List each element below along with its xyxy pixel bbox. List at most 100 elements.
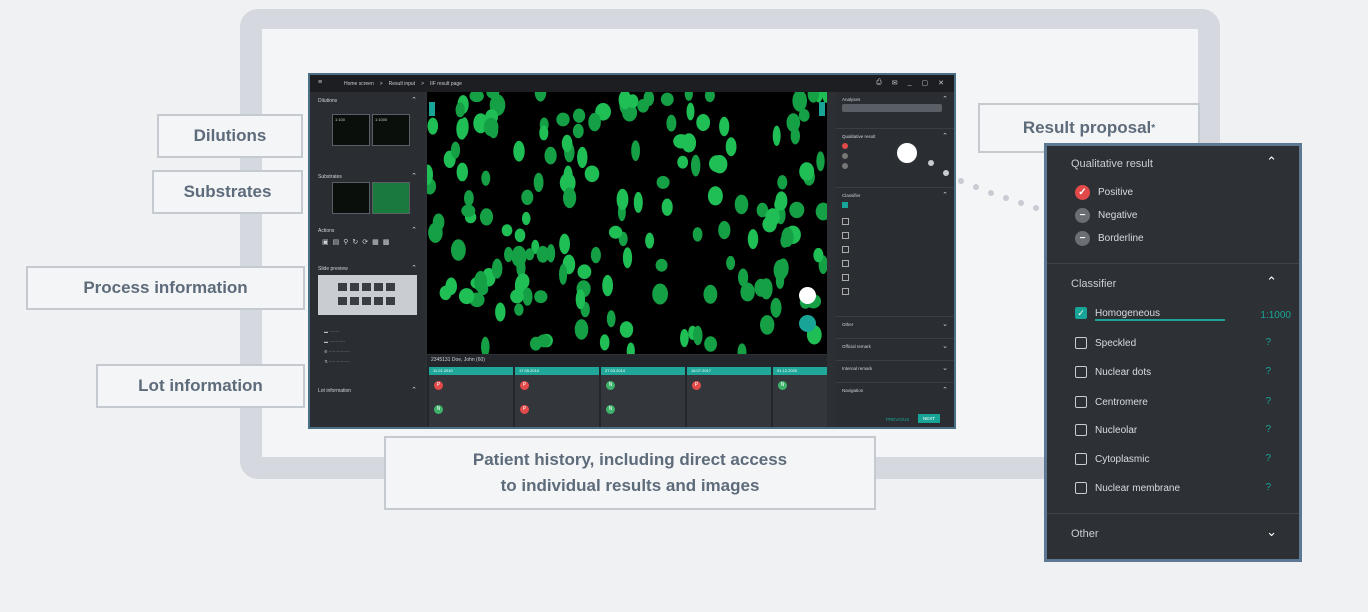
- cell-nucleus: [584, 165, 600, 183]
- titer-unknown: ?: [1265, 424, 1271, 435]
- official-remark-section[interactable]: Official remark ⌄: [836, 339, 954, 361]
- checkbox-icon[interactable]: [1075, 424, 1087, 436]
- chevron-up-icon[interactable]: ⌃: [1266, 274, 1277, 290]
- lock-icon[interactable]: [799, 315, 816, 332]
- patient-history-line2: to individual results and images: [500, 476, 760, 495]
- callout-lot-information: Lot information: [96, 364, 305, 408]
- other-title[interactable]: Other: [1071, 528, 1099, 540]
- breadcrumb-home[interactable]: Home screen: [344, 81, 374, 87]
- titer-value: 1:1000: [1260, 310, 1291, 321]
- navigation-section[interactable]: Navigation ⌃ PREVIOUS NEXT: [836, 383, 954, 427]
- breadcrumb-result-input[interactable]: Result input: [389, 81, 415, 87]
- chevron-up-icon[interactable]: ⌃: [942, 95, 948, 103]
- slide-preview-image[interactable]: [318, 275, 417, 315]
- cell-nucleus: [726, 255, 736, 271]
- action-icons[interactable]: ▣▤⚲↻⟳▦▩: [322, 238, 393, 246]
- classifier-nuclear-membrane[interactable]: Nuclear membrane: [1075, 482, 1180, 494]
- classifier-speckled[interactable]: Speckled: [1075, 337, 1136, 349]
- connector-dot: [928, 160, 934, 166]
- substrates-panel-title[interactable]: Substrates ⌃: [310, 168, 425, 180]
- option-positive[interactable]: ✓ Positive: [1075, 185, 1133, 200]
- lot-info-title[interactable]: Lot information ⌃: [310, 382, 425, 394]
- connector-dot: [958, 178, 964, 184]
- print-icon[interactable]: ⎙: [876, 79, 882, 87]
- minimize-icon[interactable]: _: [908, 79, 912, 87]
- qualitative-result-title: Qualitative result: [1071, 158, 1153, 170]
- substrate-thumb-2[interactable]: [372, 182, 410, 214]
- cell-nucleus: [660, 92, 674, 106]
- history-entry[interactable]: 01.12.2020 N: [773, 367, 827, 427]
- close-icon[interactable]: ✕: [938, 79, 944, 87]
- history-entry[interactable]: 27.03.2014 N N: [601, 367, 685, 427]
- internal-remark-section[interactable]: Internal remark ⌄: [836, 361, 954, 383]
- cell-nucleus: [633, 191, 643, 213]
- left-arrow-button[interactable]: [429, 102, 435, 116]
- previous-button[interactable]: PREVIOUS: [886, 417, 909, 422]
- mail-icon[interactable]: ✉: [892, 79, 898, 87]
- classifier-nucleolar[interactable]: Nucleolar: [1075, 424, 1137, 436]
- cell-nucleus: [696, 114, 711, 131]
- chevron-up-icon[interactable]: ⌃: [411, 226, 417, 234]
- chevron-down-icon[interactable]: ⌄: [942, 342, 948, 350]
- classifier-cytoplasmic[interactable]: Cytoplasmic: [1075, 453, 1149, 465]
- chevron-down-icon[interactable]: ⌄: [942, 320, 948, 328]
- checkbox-icon[interactable]: [1075, 482, 1087, 494]
- minus-icon: −: [1075, 231, 1090, 246]
- dilution-thumb-1[interactable]: 1:100: [332, 114, 370, 146]
- option-borderline[interactable]: − Borderline: [1075, 231, 1144, 246]
- checkbox-icon[interactable]: [1075, 396, 1087, 408]
- history-entry[interactable]: 11.01.2010 P N: [429, 367, 513, 427]
- zoomed-result-panel: Qualitative result ⌃ ✓ Positive − Negative…: [1044, 143, 1302, 562]
- classifier-nuclear-dots[interactable]: Nuclear dots: [1075, 366, 1151, 378]
- chevron-up-icon[interactable]: ⌃: [411, 172, 417, 180]
- highlight-marker: [894, 140, 920, 166]
- maximize-icon[interactable]: ▢: [922, 79, 929, 87]
- chevron-up-icon[interactable]: ⌃: [411, 386, 417, 394]
- checkbox-icon[interactable]: [1075, 337, 1087, 349]
- chevron-up-icon[interactable]: ⌃: [411, 264, 417, 272]
- connector-dot: [943, 170, 949, 176]
- cell-nucleus: [719, 116, 730, 137]
- checkbox-icon[interactable]: [1075, 453, 1087, 465]
- dilutions-panel-title[interactable]: Dilutions ⌃: [310, 92, 425, 104]
- menu-icon[interactable]: ≡: [318, 79, 322, 86]
- chevron-up-icon[interactable]: ⌃: [942, 386, 948, 394]
- next-button[interactable]: NEXT: [918, 414, 941, 423]
- option-negative[interactable]: − Negative: [1075, 208, 1137, 223]
- dilution-thumb-2[interactable]: 1:1000: [372, 114, 410, 146]
- cell-nucleus: [559, 264, 568, 285]
- titer-unknown: ?: [1265, 366, 1271, 377]
- chevron-down-icon[interactable]: ⌄: [1266, 524, 1277, 540]
- checkbox-icon[interactable]: [1075, 366, 1087, 378]
- slide-preview-title[interactable]: Slide preview ⌃: [310, 260, 425, 272]
- substrate-thumb-1[interactable]: [332, 182, 370, 214]
- analyses-section[interactable]: Analyses ⌃: [836, 92, 954, 129]
- calendar-icon[interactable]: [799, 287, 816, 304]
- connector-dot: [1018, 200, 1024, 206]
- cell-nucleus: [606, 310, 616, 328]
- checkbox-checked-icon[interactable]: ✓: [1075, 307, 1087, 319]
- chevron-up-icon[interactable]: ⌃: [1266, 154, 1277, 170]
- cell-nucleus: [530, 336, 542, 351]
- classifier-centromere[interactable]: Centromere: [1075, 396, 1148, 408]
- history-entry[interactable]: 17.05.2010 P P: [515, 367, 599, 427]
- app-window: ≡ Home screen > Result input > IIF result …: [308, 73, 956, 429]
- callout-process-information: Process information: [26, 266, 305, 310]
- fluorescence-image[interactable]: [427, 92, 827, 354]
- cell-nucleus: [737, 343, 747, 354]
- minus-icon: −: [1075, 208, 1090, 223]
- chevron-up-icon[interactable]: ⌃: [942, 132, 948, 140]
- other-section[interactable]: Other ⌄: [836, 317, 954, 339]
- callout-substrates: Substrates: [152, 170, 303, 214]
- actions-panel-title[interactable]: Actions ⌃: [310, 222, 425, 234]
- cell-nucleus: [725, 137, 737, 157]
- cell-nucleus: [692, 227, 703, 242]
- history-entry[interactable]: 18.07.2017 P: [687, 367, 771, 427]
- chevron-up-icon[interactable]: ⌃: [411, 96, 417, 104]
- right-arrow-button[interactable]: [819, 102, 825, 116]
- chevron-up-icon[interactable]: ⌃: [942, 191, 948, 199]
- patient-history-line1: Patient history, including direct access: [472, 450, 788, 469]
- chevron-down-icon[interactable]: ⌄: [942, 364, 948, 372]
- classifier-homogeneous[interactable]: ✓ Homogeneous: [1075, 307, 1160, 319]
- classifier-section[interactable]: Classifier ⌃: [836, 188, 954, 317]
